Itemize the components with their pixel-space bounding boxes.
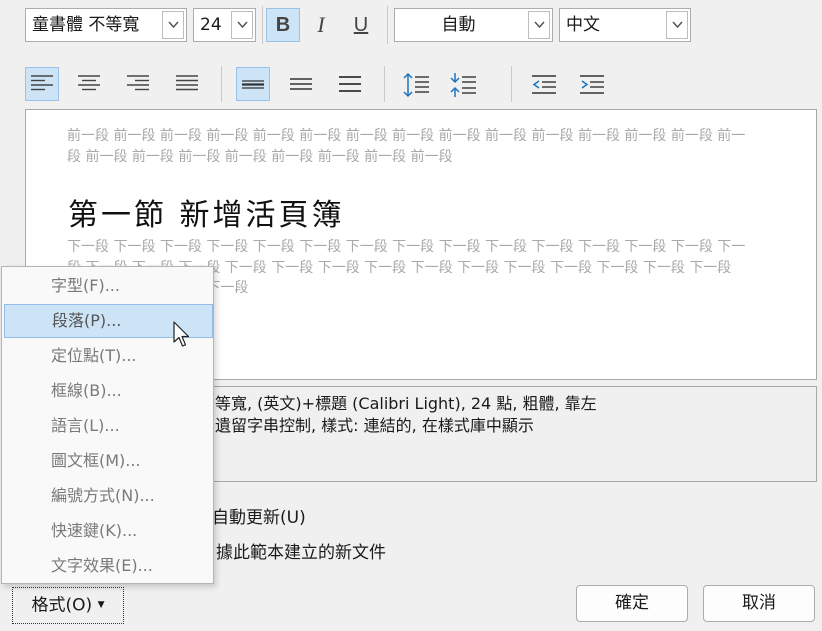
align-left-button[interactable] — [25, 67, 59, 101]
single-spacing-icon — [242, 80, 264, 89]
format-button-label: 格式(O) — [31, 595, 93, 616]
italic-button[interactable]: I — [304, 8, 338, 42]
font-size-value: 24 — [200, 15, 222, 35]
chevron-down-icon — [168, 21, 179, 29]
ok-button[interactable]: 確定 — [576, 585, 688, 622]
toolbar-separator — [221, 66, 222, 102]
toolbar-separator — [384, 66, 385, 102]
decrease-indent-button[interactable] — [526, 67, 560, 101]
font-name-combo[interactable]: 童書體 不等寬 — [25, 8, 187, 42]
menu-item-border[interactable]: 框線(B)... — [4, 374, 213, 408]
menu-item-shortcut-key[interactable]: 快速鍵(K)... — [4, 514, 213, 548]
font-name-dropdown-button[interactable] — [162, 11, 184, 39]
increase-indent-button[interactable] — [574, 67, 608, 101]
language-combo[interactable]: 中文 — [559, 8, 691, 42]
underline-icon: U — [353, 14, 369, 36]
one-half-spacing-icon — [290, 78, 312, 90]
font-color-value: 自動 — [441, 15, 476, 35]
align-center-icon — [78, 75, 100, 91]
double-spacing-button[interactable] — [333, 67, 367, 101]
increase-spacing-icon — [403, 72, 429, 98]
format-menu: 字型(F)... 段落(P)... 定位點(T)... 框線(B)... 語言(… — [1, 266, 214, 584]
one-half-spacing-button[interactable] — [284, 67, 318, 101]
auto-update-checkbox-label[interactable]: 自動更新(U) — [212, 503, 306, 528]
double-spacing-icon — [339, 76, 361, 92]
increase-paragraph-spacing-button[interactable] — [398, 67, 432, 101]
bold-icon: B — [275, 14, 291, 36]
format-dropdown-button[interactable]: 格式(O) ▼ — [12, 587, 124, 624]
cancel-button[interactable]: 取消 — [703, 585, 815, 622]
align-right-icon — [127, 75, 149, 91]
decrease-indent-icon — [532, 75, 556, 94]
chevron-down-icon — [534, 21, 545, 29]
language-value: 中文 — [566, 15, 600, 35]
align-left-icon — [31, 75, 53, 91]
previous-paragraph-text: 前一段 前一段 前一段 前一段 前一段 前一段 前一段 前一段 前一段 前一段 … — [67, 128, 746, 165]
single-spacing-button[interactable] — [236, 67, 270, 101]
font-size-dropdown-button[interactable] — [231, 11, 253, 39]
new-documents-radio-label[interactable]: 據此範本建立的新文件 — [216, 538, 386, 563]
menu-item-numbering[interactable]: 編號方式(N)... — [4, 479, 213, 513]
menu-item-text-effects[interactable]: 文字效果(E)... — [4, 549, 213, 583]
language-dropdown-button[interactable] — [666, 11, 688, 39]
caret-down-icon: ▼ — [97, 600, 105, 610]
toolbar-separator — [387, 6, 388, 44]
chevron-down-icon — [237, 21, 248, 29]
decrease-paragraph-spacing-button[interactable] — [445, 67, 479, 101]
font-color-dropdown-button[interactable] — [528, 11, 550, 39]
description-line-1: 等寬, (英文)+標題 (Calibri Light), 24 點, 粗體, 靠… — [215, 394, 597, 413]
align-right-button[interactable] — [121, 67, 155, 101]
menu-item-frame[interactable]: 圖文框(M)... — [4, 444, 213, 478]
description-line-2: 遺留字串控制, 樣式: 連結的, 在樣式庫中顯示 — [215, 416, 534, 435]
align-center-button[interactable] — [72, 67, 106, 101]
justify-icon — [176, 75, 198, 91]
mouse-cursor-icon — [173, 321, 190, 347]
justify-button[interactable] — [170, 67, 204, 101]
preview-heading: 第一節 新增活頁簿 — [68, 198, 345, 233]
font-color-combo[interactable]: 自動 — [394, 8, 553, 42]
menu-item-font[interactable]: 字型(F)... — [4, 269, 213, 303]
bold-button[interactable]: B — [266, 8, 300, 42]
chevron-down-icon — [672, 21, 683, 29]
increase-indent-icon — [580, 75, 604, 94]
toolbar-separator — [262, 6, 263, 44]
font-size-combo[interactable]: 24 — [193, 8, 256, 42]
toolbar-separator — [511, 66, 512, 102]
underline-button[interactable]: U — [344, 8, 378, 42]
decrease-spacing-icon — [450, 73, 476, 97]
font-name-value: 童書體 不等寬 — [32, 15, 140, 35]
menu-item-language[interactable]: 語言(L)... — [4, 409, 213, 443]
italic-icon: I — [317, 12, 325, 37]
